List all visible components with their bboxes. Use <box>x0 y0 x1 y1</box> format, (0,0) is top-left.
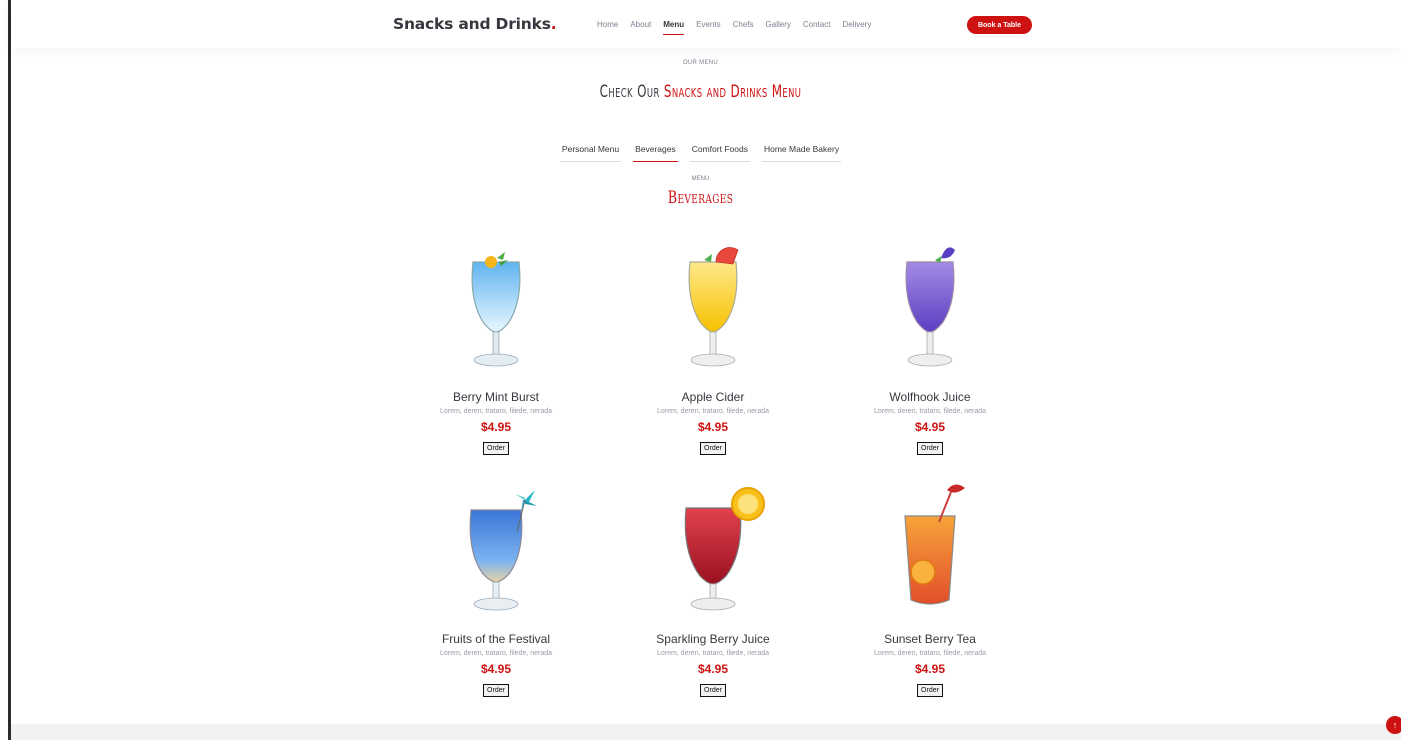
order-button[interactable]: Order <box>483 442 509 455</box>
drink-image-sunset-berry-tea <box>855 482 1005 622</box>
item-name: Sunset Berry Tea <box>884 632 976 646</box>
footer-band <box>11 724 1401 740</box>
window-edge <box>8 0 11 740</box>
item-description: Lorem, deren, trataro, filede, nerada <box>873 650 987 657</box>
item-price: $4.95 <box>480 420 512 434</box>
item-name: Wolfhook Juice <box>889 390 971 404</box>
tab-personal-menu[interactable]: Personal Menu <box>559 144 622 162</box>
drink-image-berry-mint-burst <box>421 240 571 380</box>
nav-contact[interactable]: Contact <box>803 20 831 29</box>
menu-item: Apple Cider Lorem, deren, trataro, filed… <box>623 240 803 455</box>
item-price: $4.95 <box>697 420 729 434</box>
tab-comfort-foods[interactable]: Comfort Foods <box>689 144 750 162</box>
arrow-up-icon[interactable]: ↑ <box>1386 716 1401 734</box>
drink-image-wolfhook-juice <box>855 240 1005 380</box>
section-subtitle: OUR MENU <box>682 60 719 66</box>
nav-events[interactable]: Events <box>696 20 720 29</box>
book-table-button[interactable]: Book a Table <box>967 16 1032 34</box>
item-price: $4.95 <box>480 662 512 676</box>
menu-subtitle: MENU <box>691 176 710 182</box>
drink-image-fruits-of-the-festival <box>421 482 571 622</box>
item-description: Lorem, deren, trataro, filede, nerada <box>656 408 770 415</box>
item-name: Berry Mint Burst <box>452 390 539 404</box>
section-title: Check Our Snacks and Drinks Menu <box>599 82 802 102</box>
site-logo[interactable]: Snacks and Drinks. <box>393 15 557 33</box>
menu-item: Sparkling Berry Juice Lorem, deren, trat… <box>623 482 803 697</box>
site-header: Snacks and Drinks. Home About Menu Event… <box>11 0 1401 48</box>
order-button[interactable]: Order <box>700 684 726 697</box>
drink-image-apple-cider <box>638 240 788 380</box>
menu-tabs: Personal Menu Beverages Comfort Foods Ho… <box>0 144 1401 162</box>
menu-item: Berry Mint Burst Lorem, deren, trataro, … <box>406 240 586 455</box>
item-description: Lorem, deren, trataro, filede, nerada <box>656 650 770 657</box>
menu-title: Beverages <box>667 188 734 208</box>
item-description: Lorem, deren, trataro, filede, nerada <box>439 408 553 415</box>
item-price: $4.95 <box>914 420 946 434</box>
item-name: Fruits of the Festival <box>441 632 551 646</box>
order-button[interactable]: Order <box>917 684 943 697</box>
main-nav: Home About Menu Events Chefs Gallery Con… <box>597 20 883 35</box>
order-button[interactable]: Order <box>700 442 726 455</box>
item-description: Lorem, deren, trataro, filede, nerada <box>439 650 553 657</box>
nav-menu[interactable]: Menu <box>663 20 684 35</box>
item-name: Apple Cider <box>681 390 745 404</box>
tab-beverages[interactable]: Beverages <box>633 144 678 162</box>
nav-about[interactable]: About <box>630 20 651 29</box>
nav-chefs[interactable]: Chefs <box>733 20 754 29</box>
item-name: Sparkling Berry Juice <box>656 632 770 646</box>
nav-home[interactable]: Home <box>597 20 618 29</box>
item-description: Lorem, deren, trataro, filede, nerada <box>873 408 987 415</box>
menu-item: Wolfhook Juice Lorem, deren, trataro, fi… <box>840 240 1020 455</box>
tab-home-made-bakery[interactable]: Home Made Bakery <box>761 144 842 162</box>
drink-image-sparkling-berry-juice <box>638 482 788 622</box>
item-price: $4.95 <box>697 662 729 676</box>
order-button[interactable]: Order <box>483 684 509 697</box>
menu-item: Fruits of the Festival Lorem, deren, tra… <box>406 482 586 697</box>
order-button[interactable]: Order <box>917 442 943 455</box>
nav-delivery[interactable]: Delivery <box>842 20 871 29</box>
nav-gallery[interactable]: Gallery <box>766 20 791 29</box>
menu-item: Sunset Berry Tea Lorem, deren, trataro, … <box>840 482 1020 697</box>
item-price: $4.95 <box>914 662 946 676</box>
